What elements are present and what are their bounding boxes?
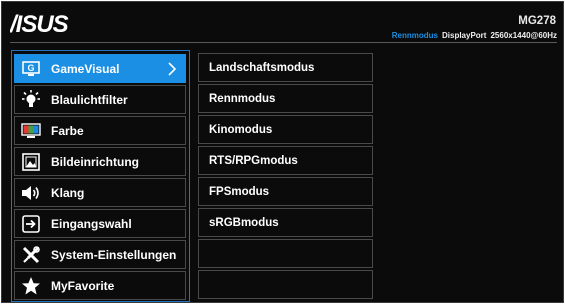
status-resolution: 2560x1440@60Hz (490, 31, 557, 40)
submenu-item[interactable]: Rennmodus (198, 84, 373, 113)
submenu-item[interactable]: Landschaftsmodus (198, 53, 373, 82)
header-divider (10, 42, 557, 43)
chevron-right-icon (168, 62, 177, 76)
menu-item-label: Eingangswahl (51, 216, 132, 231)
bulb-icon (17, 86, 45, 113)
menu-item-label: MyFavorite (51, 278, 115, 293)
menu-item-myfavorite[interactable]: MyFavorite (14, 271, 186, 300)
menu-item-label: GameVisual (51, 61, 120, 76)
submenu-item[interactable]: FPSmodus (198, 177, 373, 206)
menu-item-label: Farbe (51, 123, 84, 138)
status-port: DisplayPort (442, 31, 487, 40)
speaker-icon (17, 179, 45, 206)
menu-item-gamevisual[interactable]: G GameVisual (14, 54, 186, 83)
color-palette-icon (17, 117, 45, 144)
model-name: MG278 (518, 15, 556, 27)
menu-item-farbe[interactable]: Farbe (14, 116, 186, 145)
image-icon (17, 148, 45, 175)
submenu-item[interactable]: RTS/RPGmodus (198, 146, 373, 175)
star-icon (17, 272, 45, 299)
menu-item-label: Blaulichtfilter (51, 92, 128, 107)
submenu-item[interactable]: Kinomodus (198, 115, 373, 144)
svg-text:/ISUS: /ISUS (10, 11, 69, 38)
menu-item-system-einstellungen[interactable]: System-Einstellungen (14, 240, 186, 269)
menu-item-bildeinrichtung[interactable]: Bildeinrichtung (14, 147, 186, 176)
gamevisual-icon: G (17, 55, 45, 82)
osd-window: /ISUS MG278 Rennmodus DisplayPort 2560x144… (1, 1, 564, 303)
status-line: Rennmodus DisplayPort 2560x1440@60Hz (392, 31, 557, 40)
asus-logo: /ISUS (10, 11, 70, 38)
menu-item-label: System-Einstellungen (51, 247, 177, 262)
input-icon (17, 210, 45, 237)
status-mode: Rennmodus (391, 31, 438, 40)
submenu-empty-slot (198, 270, 373, 299)
menu-item-label: Klang (51, 185, 85, 200)
menu-item-klang[interactable]: Klang (14, 178, 186, 207)
submenu-item[interactable]: sRGBmodus (198, 208, 373, 237)
gamevisual-submenu: Landschaftsmodus Rennmodus Kinomodus RTS… (198, 50, 373, 302)
submenu-empty-slot (198, 239, 373, 268)
menu-item-blaulichtfilter[interactable]: Blaulichtfilter (14, 85, 186, 114)
menu-item-label: Bildeinrichtung (51, 154, 139, 169)
svg-text:G: G (27, 63, 34, 73)
main-menu: G GameVisual Blaulichtfilter Farbe Bilde… (11, 50, 190, 302)
tools-icon (17, 241, 45, 268)
menu-item-eingangswahl[interactable]: Eingangswahl (14, 209, 186, 238)
